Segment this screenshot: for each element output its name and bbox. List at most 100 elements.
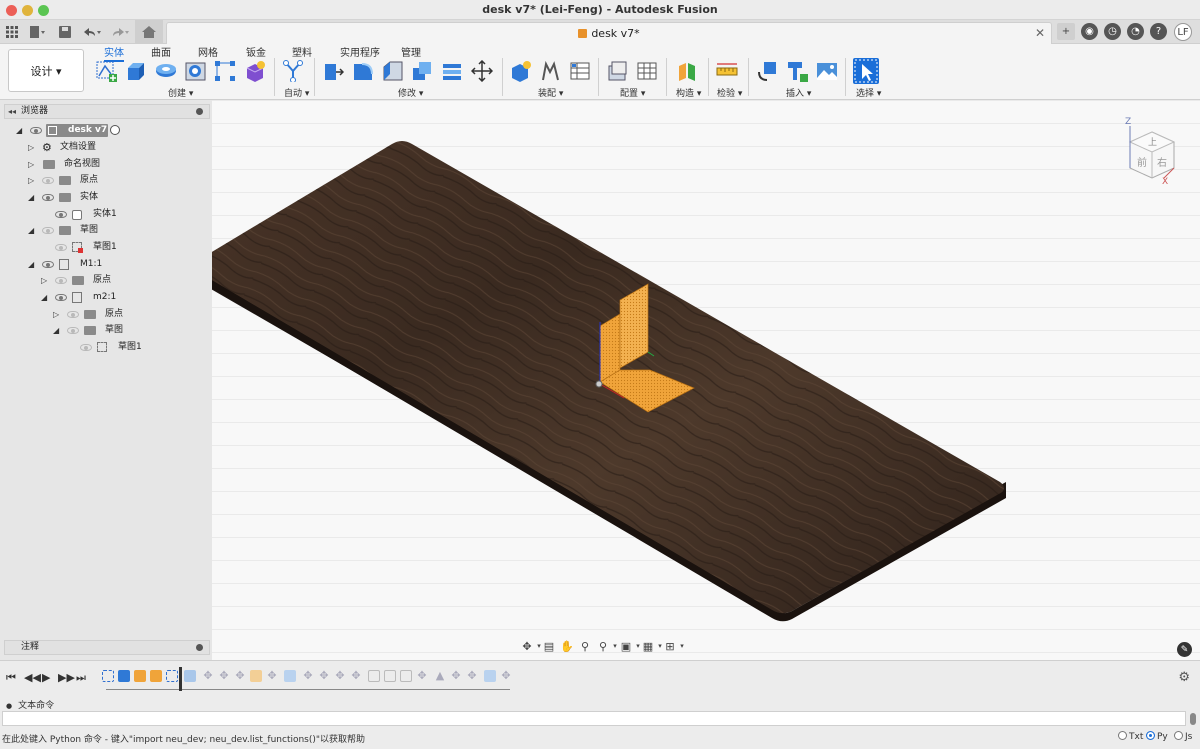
visibility-icon[interactable] [42, 261, 54, 268]
visibility-icon[interactable] [67, 311, 79, 318]
expand-arrow-icon[interactable]: ◢ [28, 190, 34, 205]
timeline-sketch-feature[interactable] [102, 670, 114, 682]
group-modify[interactable]: 修改 ▾ [398, 86, 423, 99]
tab-sheet-metal[interactable]: 钣金 [246, 44, 266, 59]
group-assemble[interactable]: 装配 ▾ [538, 86, 563, 99]
expand-arrow-icon[interactable]: ▷ [28, 157, 34, 172]
timeline-move-feature[interactable]: ✥ [450, 670, 462, 682]
tab-utilities[interactable]: 实用程序 [340, 44, 380, 59]
visibility-icon[interactable] [80, 344, 92, 351]
move-copy-icon[interactable] [470, 59, 494, 83]
activate-radio-icon[interactable] [110, 125, 120, 135]
insert-derive-icon[interactable] [756, 60, 778, 82]
tab-mesh[interactable]: 网格 [198, 44, 218, 59]
tab-plastic[interactable]: 塑料 [292, 44, 312, 59]
comments-icon[interactable]: ✎ [1177, 642, 1192, 657]
timeline-extrude-feature[interactable] [284, 670, 296, 682]
tree-item-m2-origin[interactable]: ▷ 原点 [0, 307, 212, 322]
timeline-move-feature[interactable]: ✥ [202, 670, 214, 682]
combine-icon[interactable] [411, 60, 433, 82]
tree-item-m2-sketch1[interactable]: 草图1 [0, 340, 212, 355]
go-to-end-icon[interactable]: ⏭ [76, 671, 86, 685]
chevron-down-icon[interactable]: ▾ [675, 640, 689, 653]
timeline-move-feature[interactable]: ✥ [266, 670, 278, 682]
new-component-icon[interactable] [244, 60, 266, 82]
group-configure[interactable]: 配置 ▾ [620, 86, 645, 99]
collapse-panel-icon[interactable]: ◂◂ [8, 105, 16, 118]
expand-arrow-icon[interactable]: ◢ [16, 123, 22, 138]
timeline-move-feature[interactable]: ✥ [416, 670, 428, 682]
undo-icon[interactable] [80, 22, 104, 42]
visibility-icon[interactable] [30, 127, 42, 134]
insert-mcmaster-icon[interactable] [786, 60, 808, 82]
document-tab[interactable]: desk v7* ✕ [166, 22, 1052, 44]
timeline-extrude-feature[interactable] [484, 670, 496, 682]
notes-panel-header[interactable]: 注释 [4, 640, 210, 655]
visibility-icon[interactable] [67, 327, 79, 334]
new-tab-icon[interactable]: + [1057, 23, 1075, 40]
shell-icon[interactable] [441, 60, 463, 82]
lang-txt-option[interactable]: Txt [1118, 731, 1143, 742]
automate-icon[interactable] [282, 60, 304, 83]
timeline-marker[interactable] [179, 667, 182, 691]
radio-js[interactable] [1174, 731, 1183, 740]
timeline-joint-feature[interactable] [400, 670, 412, 682]
visibility-icon[interactable] [55, 277, 67, 284]
timeline-settings-gear-icon[interactable]: ⚙ [1178, 670, 1190, 685]
timeline-extrude-feature[interactable] [118, 670, 130, 682]
new-component-assemble-icon[interactable] [510, 60, 532, 82]
panel-options-icon[interactable] [196, 644, 203, 651]
step-forward-icon[interactable]: ▶▶ [58, 671, 75, 684]
timeline-joint-feature[interactable] [384, 670, 396, 682]
visibility-icon[interactable] [55, 211, 67, 218]
command-input-hint[interactable]: 在此处键入 Python 命令 - 键入"import neu_dev; neu… [2, 732, 365, 745]
expand-arrow-icon[interactable]: ◢ [28, 257, 34, 272]
workspace-switcher[interactable]: 设计 ▾ [8, 49, 84, 92]
timeline-move-feature[interactable]: ✥ [218, 670, 230, 682]
construct-plane-icon[interactable] [676, 60, 698, 82]
group-insert[interactable]: 插入 ▾ [786, 86, 811, 99]
avatar[interactable]: LF [1174, 23, 1192, 41]
press-pull-icon[interactable] [322, 60, 345, 82]
lang-js-option[interactable]: Js [1174, 731, 1192, 742]
bill-of-materials-icon[interactable] [569, 60, 591, 82]
timeline-component-feature[interactable] [250, 670, 262, 682]
apps-grid-icon[interactable] [4, 22, 20, 42]
tree-item-bodies[interactable]: ◢ 实体 [0, 190, 212, 205]
tab-surface[interactable]: 曲面 [151, 44, 171, 59]
home-icon[interactable] [135, 20, 163, 44]
timeline-joint-feature[interactable] [368, 670, 380, 682]
tree-item-named-views[interactable]: ▷ 命名视图 [0, 157, 212, 172]
timeline-sketch-feature[interactable] [166, 670, 178, 682]
tree-item-m1[interactable]: ◢ M1:1 [0, 257, 212, 272]
visibility-icon[interactable] [42, 227, 54, 234]
expand-arrow-icon[interactable]: ▷ [53, 307, 59, 322]
radio-py[interactable] [1146, 731, 1155, 740]
timeline-move-feature[interactable]: ✥ [234, 670, 246, 682]
canvas-viewport[interactable]: 上 前 右 Z X [192, 100, 1200, 660]
pan-hand-icon[interactable]: ✋ [560, 640, 574, 653]
timeline-component-feature[interactable] [134, 670, 146, 682]
select-icon[interactable] [853, 58, 879, 84]
expand-arrow-icon[interactable]: ◢ [41, 290, 47, 305]
measure-icon[interactable] [716, 60, 738, 82]
tree-item-origin[interactable]: ▷ 原点 [0, 173, 212, 188]
create-sketch-icon[interactable] [95, 60, 117, 82]
group-select[interactable]: 选择 ▾ [856, 86, 881, 99]
tree-item-m2-sketches[interactable]: ◢ 草图 [0, 323, 212, 338]
redo-icon[interactable] [108, 22, 132, 42]
hole-icon[interactable] [185, 60, 207, 82]
configuration-table-icon[interactable] [636, 60, 658, 82]
visibility-icon[interactable] [42, 177, 54, 184]
save-icon[interactable] [58, 22, 72, 42]
tree-item-sketch1[interactable]: 草图1 [0, 240, 212, 255]
fillet-icon[interactable] [352, 60, 374, 82]
timeline-move-feature[interactable]: ✥ [334, 670, 346, 682]
go-to-start-icon[interactable]: ⏮ [6, 671, 16, 685]
configure-icon[interactable] [607, 60, 629, 82]
pattern-icon[interactable] [214, 60, 236, 82]
extrude-icon[interactable] [125, 60, 147, 82]
help-icon[interactable]: ? [1150, 23, 1167, 40]
timeline-plane-feature[interactable]: ▲ [434, 670, 446, 682]
tree-item-body1[interactable]: 实体1 [0, 207, 212, 222]
